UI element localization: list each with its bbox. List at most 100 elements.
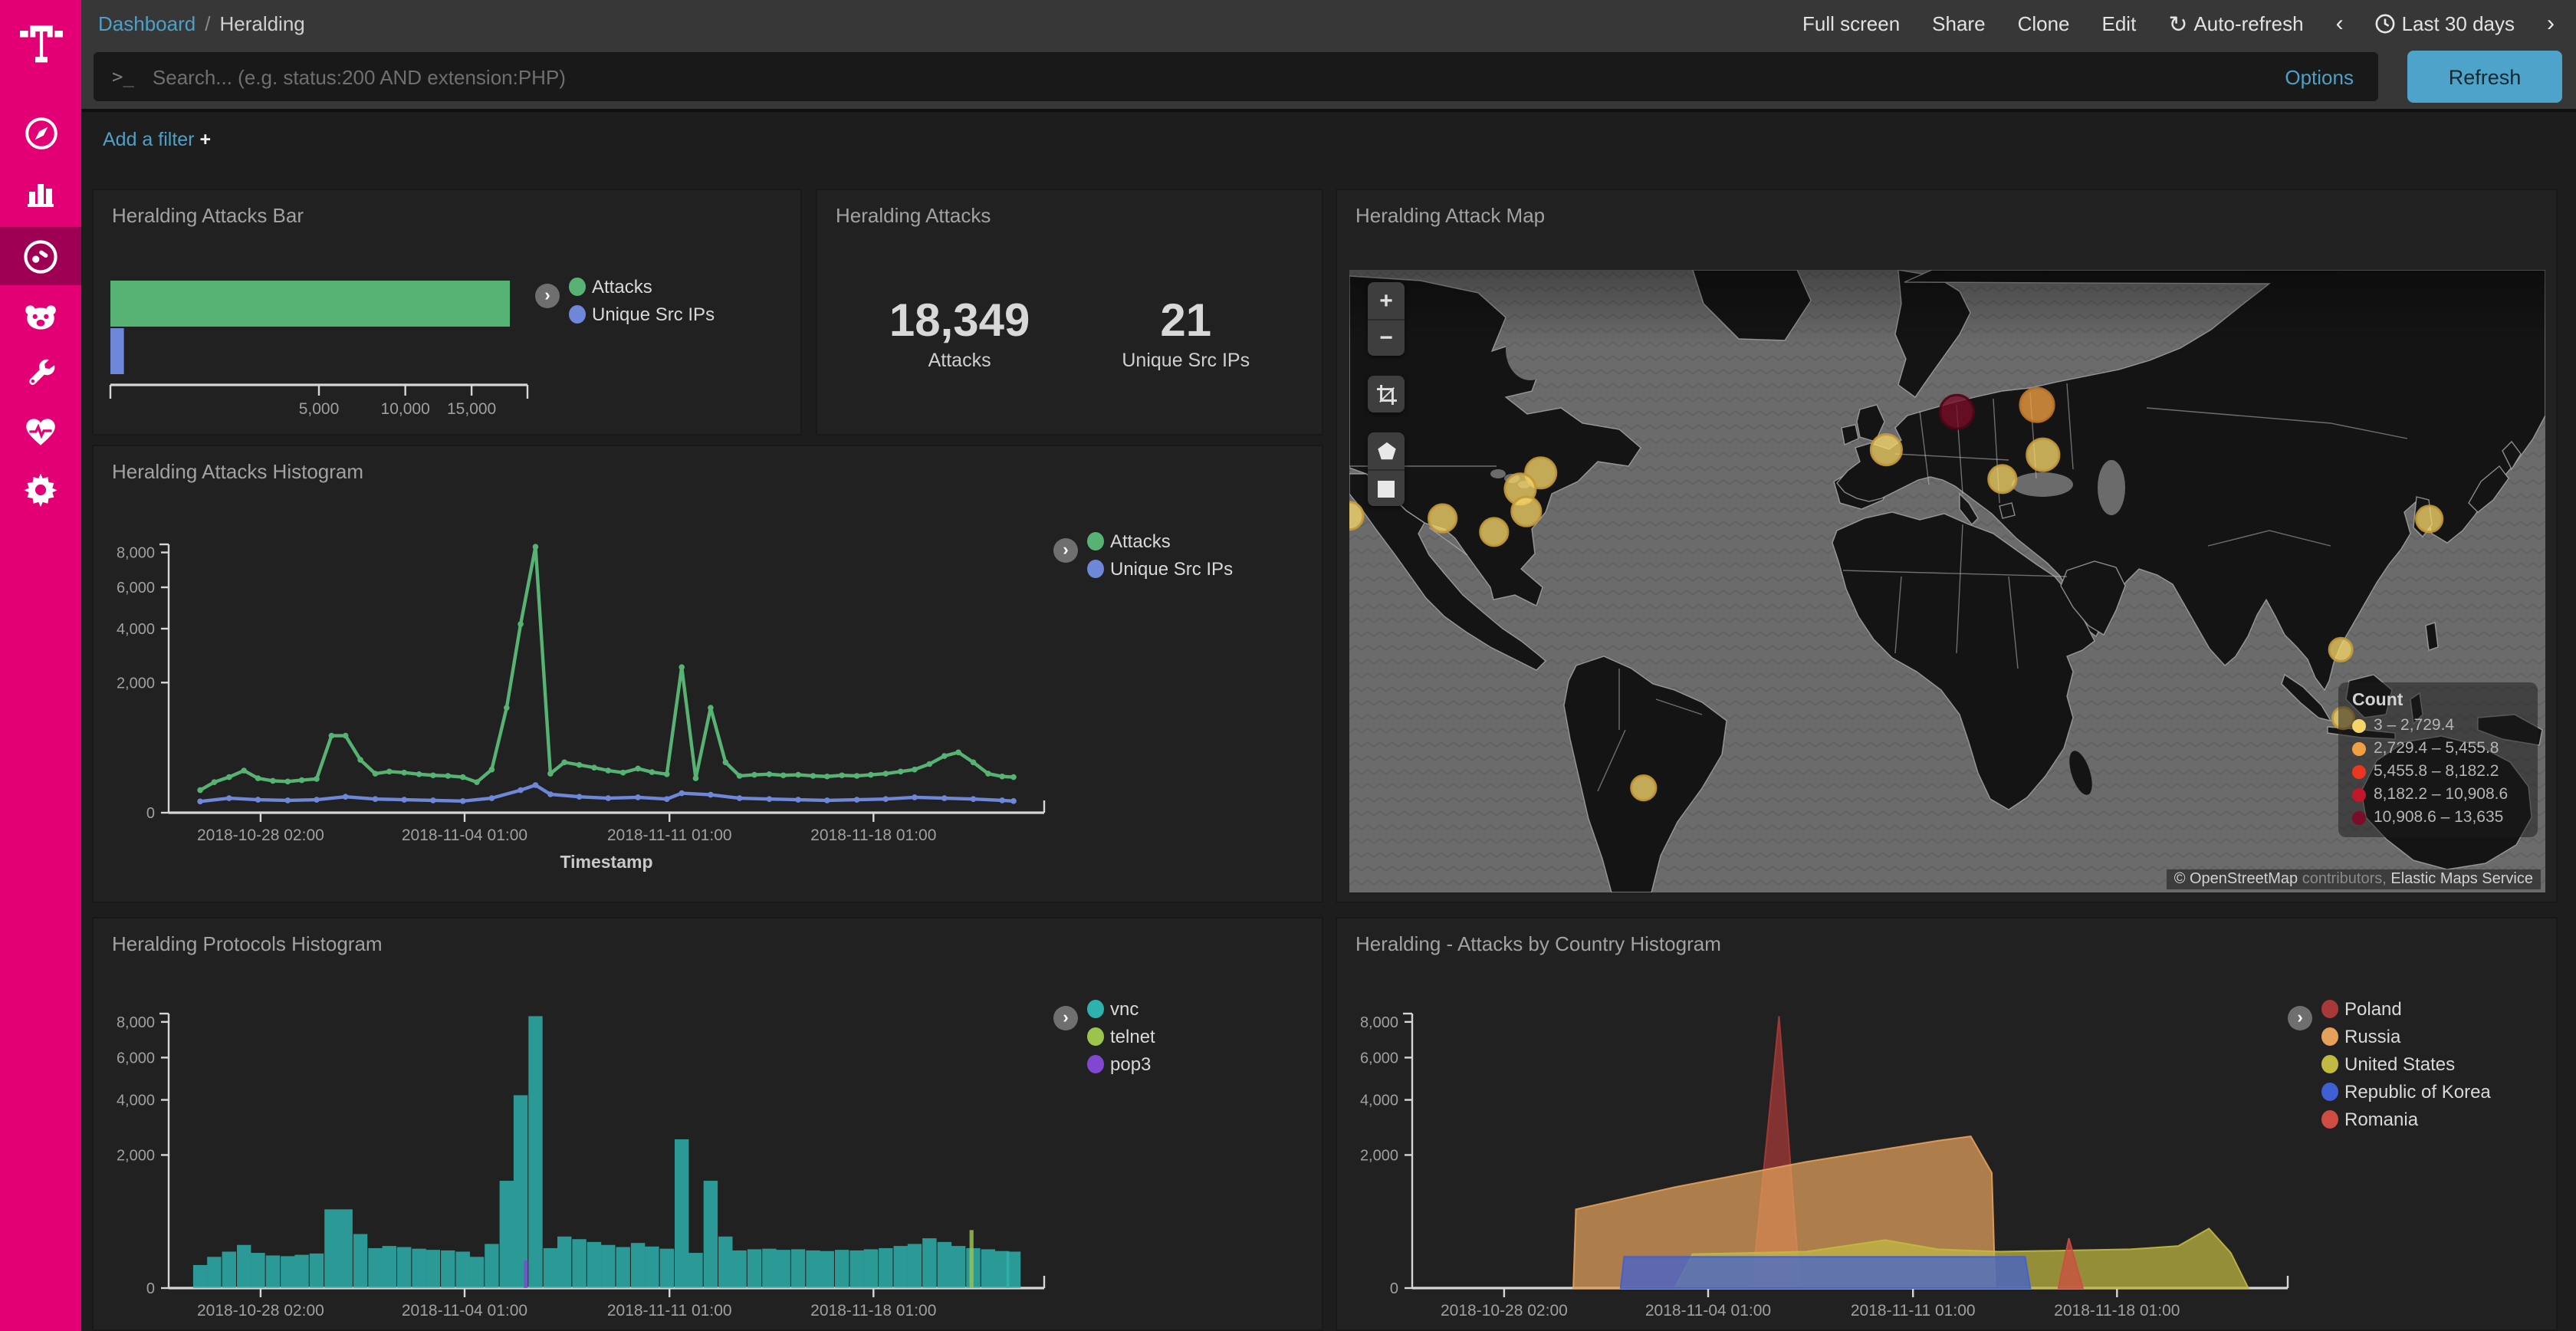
metric-label: Unique Src IPs — [1122, 349, 1250, 370]
legend-item[interactable]: vnc — [1087, 998, 1155, 1020]
map-zoom-in-button[interactable]: + — [1368, 282, 1405, 319]
panel-protocols-histogram: Heralding Protocols Histogram 02,0004,00… — [92, 917, 1323, 1331]
legend-item[interactable]: telnet — [1087, 1026, 1155, 1047]
wrench-icon — [22, 356, 59, 393]
svg-text:6,000: 6,000 — [1360, 1050, 1398, 1066]
svg-text:2018-11-04 01:00: 2018-11-04 01:00 — [402, 827, 527, 844]
legend-item[interactable]: Unique Src IPs — [569, 304, 715, 325]
metric-label: Attacks — [889, 349, 1030, 370]
legend-item[interactable]: United States — [2321, 1053, 2491, 1075]
legend-expand-icon[interactable]: › — [1053, 538, 1078, 563]
sidebar-item-dashboard[interactable] — [0, 227, 81, 285]
map-legend-item: 3 – 2,729.4 — [2352, 716, 2524, 735]
share-button[interactable]: Share — [1932, 12, 1985, 35]
map-fit-bounds-button[interactable] — [1368, 376, 1405, 412]
legend-item[interactable]: Russia — [2321, 1026, 2491, 1047]
sidebar-item-visualize[interactable] — [0, 172, 81, 218]
metric: 21 Unique Src IPs — [1122, 297, 1250, 370]
osm-link[interactable]: © OpenStreetMap — [2174, 871, 2298, 888]
legend-color-dot — [1087, 560, 1104, 578]
auto-refresh-button[interactable]: ↻Auto-refresh — [2168, 10, 2303, 38]
edit-button[interactable]: Edit — [2102, 12, 2137, 35]
legend-label: Republic of Korea — [2344, 1081, 2491, 1103]
legend-expand-icon[interactable]: › — [1053, 1006, 1078, 1030]
panel-attacks-metric: Heralding Attacks 18,349 Attacks 21 Uniq… — [816, 189, 1323, 435]
search-input[interactable] — [150, 64, 2285, 90]
metric-value: 18,349 — [889, 297, 1030, 346]
svg-text:Timestamp: Timestamp — [560, 852, 652, 872]
query-options-link[interactable]: Options — [2285, 65, 2354, 88]
map-legend-dot — [2352, 810, 2366, 824]
heartbeat-icon — [21, 412, 60, 450]
legend-item[interactable]: Poland — [2321, 998, 2491, 1020]
svg-text:6,000: 6,000 — [117, 1050, 155, 1066]
svg-text:4,000: 4,000 — [117, 621, 155, 638]
svg-text:2018-11-04 01:00: 2018-11-04 01:00 — [1645, 1302, 1771, 1319]
svg-text:2,000: 2,000 — [117, 675, 155, 692]
map-legend-item: 2,729.4 – 5,455.8 — [2352, 739, 2524, 758]
metric: 18,349 Attacks — [889, 297, 1030, 370]
panel-title: Heralding Attacks — [836, 204, 991, 227]
legend-label: Romania — [2344, 1109, 2418, 1130]
map-controls: + − — [1368, 282, 1405, 526]
breadcrumb-current: Heralding — [219, 12, 304, 35]
legend-item[interactable]: Attacks — [1087, 531, 1233, 552]
map-draw-rectangle-button[interactable] — [1368, 469, 1405, 506]
map-draw-polygon-button[interactable] — [1368, 432, 1405, 469]
time-back-button[interactable]: ‹ — [2336, 11, 2344, 37]
legend-label: Attacks — [1110, 531, 1171, 552]
sidebar-item-devtools[interactable] — [0, 351, 81, 397]
sidebar — [0, 0, 81, 1331]
clone-button[interactable]: Clone — [2018, 12, 2070, 35]
world-map[interactable]: + − Count — [1349, 270, 2545, 892]
legend-color-dot — [569, 278, 586, 296]
attribution-text: contributors, — [2298, 871, 2390, 888]
legend-label: Unique Src IPs — [592, 304, 715, 325]
time-forward-button[interactable]: › — [2547, 11, 2555, 37]
map-legend-label: 2,729.4 – 5,455.8 — [2374, 739, 2499, 758]
sidebar-item-bear[interactable] — [0, 294, 81, 340]
svg-text:0: 0 — [146, 1280, 155, 1297]
refresh-button[interactable]: Refresh — [2407, 51, 2562, 103]
map-legend-title: Count — [2352, 692, 2524, 710]
svg-text:6,000: 6,000 — [117, 580, 155, 596]
bear-icon — [21, 298, 60, 337]
svg-text:2018-10-28 02:00: 2018-10-28 02:00 — [1441, 1302, 1568, 1319]
legend-item[interactable]: Attacks — [569, 276, 715, 297]
refresh-cycle-icon: ↻ — [2168, 10, 2187, 38]
legend-color-dot — [2321, 1083, 2338, 1101]
svg-text:8,000: 8,000 — [117, 1014, 155, 1031]
legend-item[interactable]: Republic of Korea — [2321, 1081, 2491, 1103]
map-legend-label: 3 – 2,729.4 — [2374, 716, 2454, 735]
add-filter-link[interactable]: Add a filter + — [103, 129, 211, 150]
legend-item[interactable]: Romania — [2321, 1109, 2491, 1130]
svg-text:2018-11-11 01:00: 2018-11-11 01:00 — [1851, 1302, 1976, 1319]
protocols-histogram-chart: 02,0004,0006,0008,0002018-10-28 02:00201… — [94, 919, 1323, 1331]
breadcrumb: Dashboard/Heralding — [98, 12, 305, 35]
map-legend-dot — [2352, 718, 2366, 732]
legend-expand-icon[interactable]: › — [2288, 1006, 2312, 1030]
metric-value: 21 — [1122, 297, 1250, 346]
clock-icon — [2376, 14, 2396, 34]
panel-title: Heralding Attack Map — [1355, 204, 1545, 227]
legend-color-dot — [569, 305, 586, 324]
sidebar-item-management[interactable] — [0, 466, 81, 512]
query-bar: >_ Options Refresh — [81, 48, 2576, 109]
tmobile-logo[interactable] — [0, 12, 81, 74]
legend-label: vnc — [1110, 998, 1138, 1020]
elastic-maps-link[interactable]: Elastic Maps Service — [2390, 871, 2533, 888]
map-zoom-out-button[interactable]: − — [1368, 319, 1405, 356]
sidebar-item-monitoring[interactable] — [0, 408, 81, 454]
panel-country-histogram: Heralding - Attacks by Country Histogram… — [1336, 917, 2558, 1331]
time-range-picker[interactable]: Last 30 days — [2376, 12, 2515, 35]
legend-item[interactable]: pop3 — [1087, 1053, 1155, 1075]
map-legend-dot — [2352, 787, 2366, 801]
breadcrumb-dashboard-link[interactable]: Dashboard — [98, 12, 196, 35]
legend-label: United States — [2344, 1053, 2455, 1075]
legend-expand-icon[interactable]: › — [535, 284, 560, 308]
sidebar-item-discover[interactable] — [0, 110, 81, 156]
divider — [81, 109, 2576, 112]
full-screen-button[interactable]: Full screen — [1802, 12, 1900, 35]
legend-item[interactable]: Unique Src IPs — [1087, 558, 1233, 580]
app-root: Dashboard/Heralding Full screen Share Cl… — [0, 0, 2576, 1331]
